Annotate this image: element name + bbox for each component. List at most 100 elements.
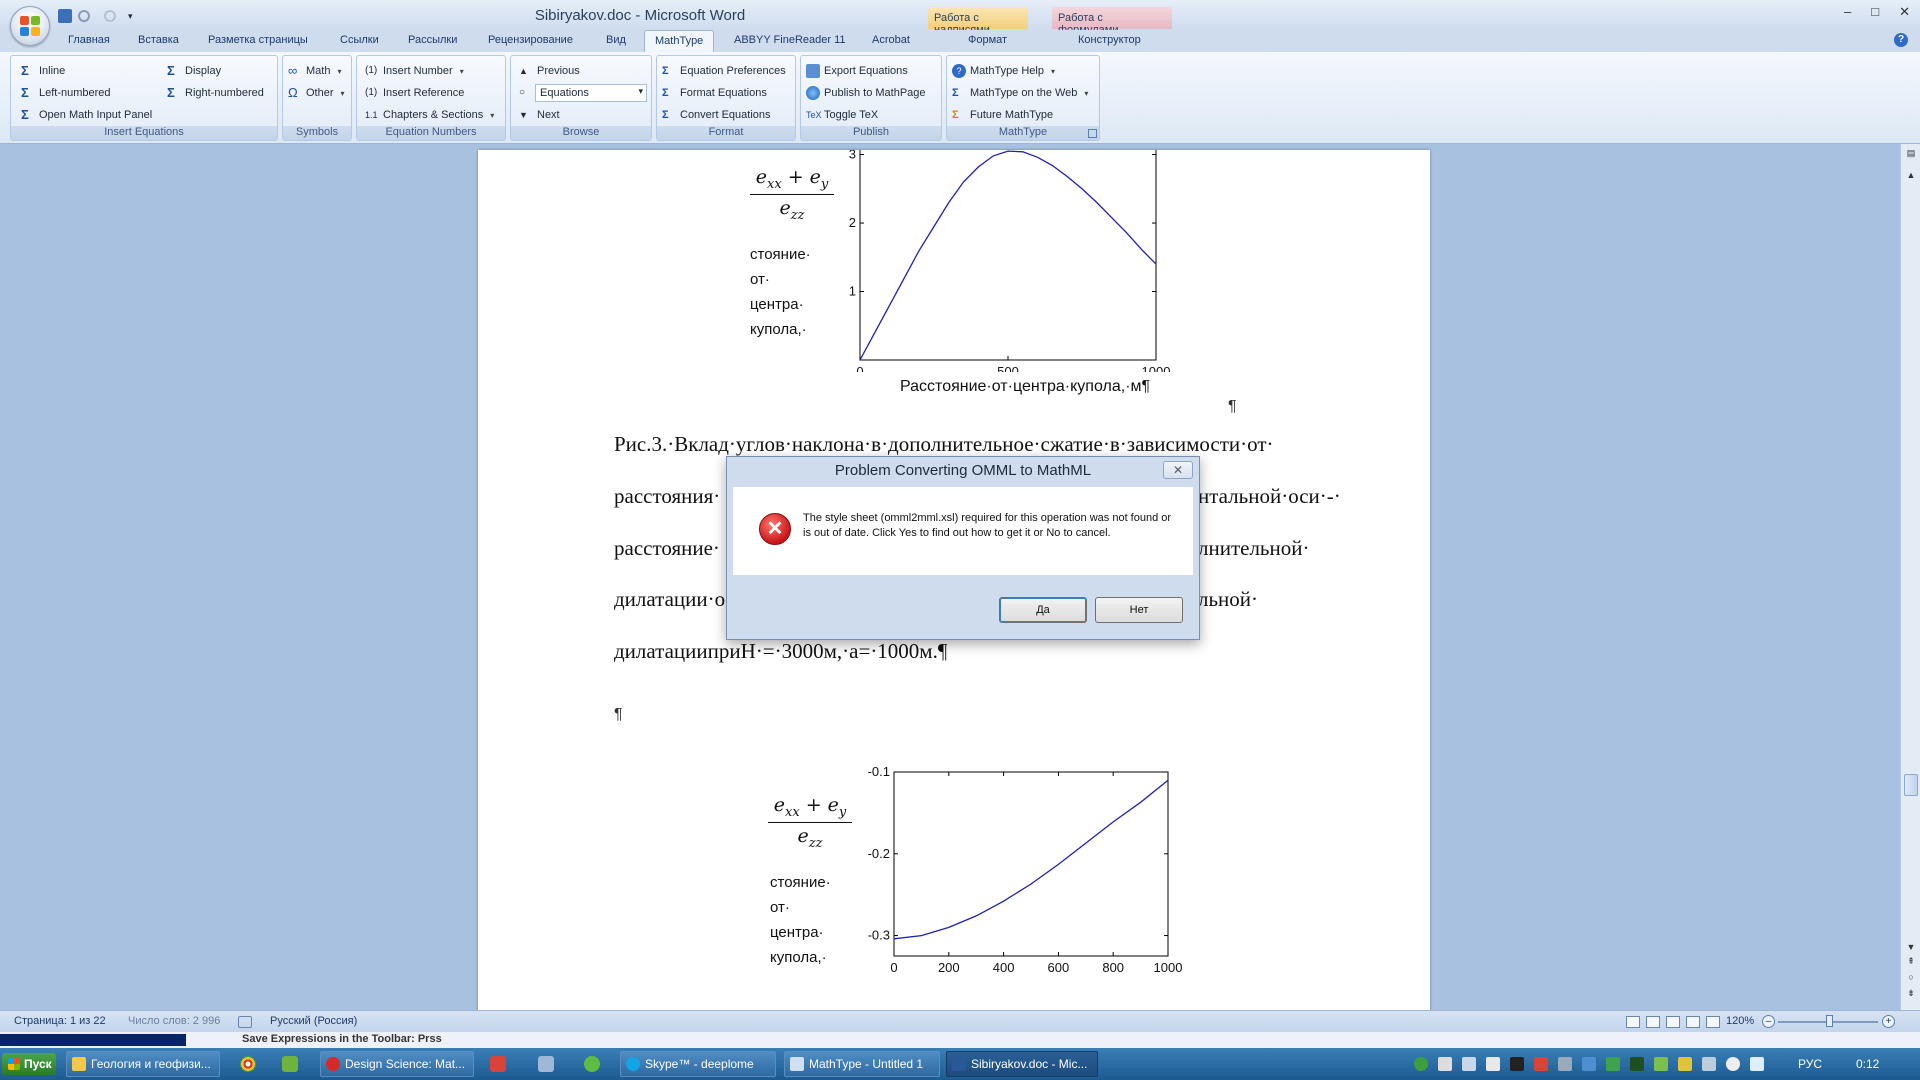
system-tray [1406,1048,1920,1080]
dialog-launcher-icon[interactable] [1088,129,1097,138]
tray-icon-2[interactable] [1438,1057,1452,1071]
tab-home[interactable]: Главная [68,34,110,46]
tray-icon-6[interactable] [1534,1057,1548,1071]
start-button[interactable]: Пуск [2,1053,56,1075]
app-icon-red[interactable] [490,1056,506,1072]
convert-equations-button[interactable]: Σ Convert Equations [662,106,771,124]
tab-design[interactable]: Конструктор [1078,34,1141,46]
dialog-close-button[interactable]: ✕ [1163,461,1193,479]
tab-abbyy[interactable]: ABBYY FineReader 11 [734,34,846,46]
word-count[interactable]: Число слов: 2 996 [128,1015,220,1027]
clock[interactable]: 0:12 [1856,1057,1879,1071]
browse-combo[interactable]: Equations ▾ [535,84,647,102]
tray-icon-1[interactable] [1414,1057,1428,1071]
tab-page-layout[interactable]: Разметка страницы [208,34,308,46]
x-tick-label: 0 [856,364,863,372]
previous-button[interactable]: ▲ Previous [519,62,580,80]
tab-format[interactable]: Формат [968,34,1007,46]
minimize-button[interactable]: – [1844,4,1851,20]
yes-button[interactable]: Да [999,597,1087,623]
tray-icon-3[interactable] [1462,1057,1476,1071]
tab-mathtype[interactable]: MathType [644,30,715,52]
next-page-icon[interactable]: ⇟ [1905,988,1917,999]
help-icon[interactable]: ? [1894,33,1908,47]
tray-icon-14[interactable] [1726,1057,1740,1071]
group-label: Symbols [283,126,351,140]
mathtype-help-dropdown[interactable]: ? MathType Help [952,62,1055,80]
future-mathtype-button[interactable]: Σ Future MathType [952,106,1053,124]
zoom-level[interactable]: 120% [1726,1015,1754,1027]
taskbar-item-skype[interactable]: Skype™ - deeplome [620,1051,776,1077]
ruler-toggle-icon[interactable]: ▤ [1905,148,1917,159]
folder-icon [72,1057,86,1071]
no-button[interactable]: Нет [1095,597,1183,623]
left-numbered-button[interactable]: Σ Left-numbered [21,84,111,102]
caption-line-4: дилатации·о [614,587,726,611]
tray-icon-4[interactable] [1486,1057,1500,1071]
tab-acrobat[interactable]: Acrobat [872,34,910,46]
taskbar-item-mathtype[interactable]: MathType - Untitled 1 [784,1051,940,1077]
select-browse-object-icon[interactable]: ○ [1905,972,1917,982]
proofing-icon[interactable] [238,1016,252,1028]
taskbar-item-design-science[interactable]: Design Science: Mat... [320,1051,474,1077]
insert-number-dropdown[interactable]: (1) Insert Number [365,62,464,80]
mathtype-web-dropdown[interactable]: Σ MathType on the Web [952,84,1088,102]
tray-icon-9[interactable] [1606,1057,1620,1071]
close-button[interactable]: ✕ [1899,4,1910,20]
next-button[interactable]: ▼ Next [519,106,560,124]
draft-view-icon[interactable] [1706,1016,1720,1028]
omega-icon: Ω [288,85,298,100]
chrome-icon[interactable] [240,1056,256,1072]
math-symbols-dropdown[interactable]: ∞ Math [288,62,341,80]
network-icon[interactable] [1702,1057,1716,1071]
app-icon-circle[interactable] [584,1056,600,1072]
scroll-down-icon[interactable]: ▼ [1905,942,1917,952]
tray-icon-10[interactable] [1630,1057,1644,1071]
insert-reference-button[interactable]: (1) Insert Reference [365,84,464,102]
sigma-icon: Σ [167,63,175,78]
display-button[interactable]: Σ Display [167,62,221,80]
zoom-out-button[interactable]: – [1762,1015,1775,1028]
error-icon: ✕ [759,513,791,545]
office-button[interactable] [10,6,50,46]
export-equations-button[interactable]: Export Equations [806,62,908,80]
print-layout-view-icon[interactable] [1626,1016,1640,1028]
tab-review[interactable]: Рецензирование [488,34,573,46]
equation-preferences-button[interactable]: Σ Equation Preferences [662,62,786,80]
previous-page-icon[interactable]: ⇞ [1905,956,1917,967]
maximize-button[interactable]: □ [1871,4,1879,20]
taskbar-item-word[interactable]: Sibiryakov.doc - Mic... [946,1051,1098,1077]
other-symbols-dropdown[interactable]: Ω Other [288,84,345,102]
tab-insert[interactable]: Вставка [138,34,179,46]
language-indicator[interactable]: Русский (Россия) [270,1015,357,1027]
tray-icon-5[interactable] [1510,1057,1524,1071]
page-count[interactable]: Страница: 1 из 22 [14,1015,106,1027]
full-screen-view-icon[interactable] [1646,1016,1660,1028]
toggle-tex-button[interactable]: TeX Toggle TeX [806,106,878,124]
scroll-up-icon[interactable]: ▲ [1905,170,1917,180]
format-equations-button[interactable]: Σ Format Equations [662,84,767,102]
tab-view[interactable]: Вид [606,34,626,46]
tab-references[interactable]: Ссылки [340,34,379,46]
open-math-input-panel-button[interactable]: Σ Open Math Input Panel [21,106,152,124]
speaker-app-icon[interactable] [538,1056,554,1072]
publish-mathpage-button[interactable]: Publish to MathPage [806,84,926,102]
right-numbered-button[interactable]: Σ Right-numbered [167,84,264,102]
web-layout-view-icon[interactable] [1666,1016,1680,1028]
volume-icon[interactable] [1750,1057,1764,1071]
scroll-thumb[interactable] [1904,774,1918,796]
language-indicator-tray[interactable]: РУС [1798,1057,1822,1071]
tray-icon-7[interactable] [1558,1057,1572,1071]
tray-icon-12[interactable] [1678,1057,1692,1071]
tab-mailings[interactable]: Рассылки [408,34,457,46]
zoom-slider-thumb[interactable] [1826,1015,1833,1027]
app-icon-green[interactable] [282,1056,298,1072]
tray-icon-8[interactable] [1582,1057,1596,1071]
vertical-scrollbar[interactable]: ▤ ▲ ▼ ⇞ ○ ⇟ [1900,144,1920,1010]
outline-view-icon[interactable] [1686,1016,1700,1028]
taskbar-item-folder[interactable]: Геология и геофизи... [66,1051,220,1077]
zoom-in-button[interactable]: + [1882,1015,1895,1028]
chapters-sections-dropdown[interactable]: 1.1 Chapters & Sections [365,106,494,124]
tray-icon-11[interactable] [1654,1057,1668,1071]
inline-button[interactable]: Σ Inline [21,62,65,80]
